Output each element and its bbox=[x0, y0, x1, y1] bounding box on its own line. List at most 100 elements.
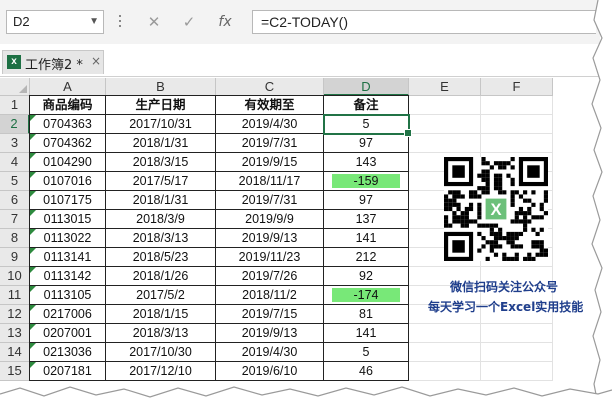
cell-d9[interactable]: 212 bbox=[324, 248, 409, 267]
checkmark-icon[interactable]: ✓ bbox=[176, 10, 202, 34]
cell-c9[interactable]: 2019/11/23 bbox=[216, 248, 324, 267]
column-header-f[interactable]: F bbox=[481, 78, 553, 96]
cell-a13[interactable]: 0207001 bbox=[30, 324, 106, 343]
cell-c5[interactable]: 2018/11/17 bbox=[216, 172, 324, 191]
formula-input[interactable]: =C2-TODAY() bbox=[252, 10, 596, 34]
cell-c2[interactable]: 2019/4/30 bbox=[216, 115, 324, 134]
cell-a15[interactable]: 0207181 bbox=[30, 362, 106, 381]
cell-a4[interactable]: 0104290 bbox=[30, 153, 106, 172]
cell-c12[interactable]: 2019/7/15 bbox=[216, 305, 324, 324]
cell-e1[interactable] bbox=[409, 96, 481, 115]
row-header[interactable]: 1 bbox=[0, 96, 30, 115]
cell-e15[interactable] bbox=[409, 362, 481, 381]
cell-b5[interactable]: 2017/5/17 bbox=[106, 172, 216, 191]
row-header[interactable]: 11 bbox=[0, 286, 30, 305]
cell-c8[interactable]: 2019/9/13 bbox=[216, 229, 324, 248]
cell-d8[interactable]: 141 bbox=[324, 229, 409, 248]
row-header[interactable]: 10 bbox=[0, 267, 30, 286]
cell-c7[interactable]: 2019/9/9 bbox=[216, 210, 324, 229]
cell-c14[interactable]: 2019/4/30 bbox=[216, 343, 324, 362]
cell-f1[interactable] bbox=[481, 96, 553, 115]
cell-d12[interactable]: 81 bbox=[324, 305, 409, 324]
cell-b15[interactable]: 2017/12/10 bbox=[106, 362, 216, 381]
cell-c3[interactable]: 2019/7/31 bbox=[216, 134, 324, 153]
row-header[interactable]: 4 bbox=[0, 153, 30, 172]
cell-a14[interactable]: 0213036 bbox=[30, 343, 106, 362]
close-icon[interactable]: ✕ bbox=[141, 10, 167, 34]
cell-b1[interactable]: 生产日期 bbox=[106, 96, 216, 115]
cell-a3[interactable]: 0704362 bbox=[30, 134, 106, 153]
cell-a10[interactable]: 0113142 bbox=[30, 267, 106, 286]
cell-b2[interactable]: 2017/10/31 bbox=[106, 115, 216, 134]
cell-c11[interactable]: 2018/11/2 bbox=[216, 286, 324, 305]
row-header[interactable]: 9 bbox=[0, 248, 30, 267]
cell-f13[interactable] bbox=[481, 324, 553, 343]
cell-c10[interactable]: 2019/7/26 bbox=[216, 267, 324, 286]
column-header-a[interactable]: A bbox=[30, 78, 106, 96]
row-header[interactable]: 13 bbox=[0, 324, 30, 343]
cell-f15[interactable] bbox=[481, 362, 553, 381]
cell-a1[interactable]: 商品编码 bbox=[30, 96, 106, 115]
chevron-down-icon[interactable]: ▼ bbox=[89, 11, 99, 33]
cell-b14[interactable]: 2017/10/30 bbox=[106, 343, 216, 362]
row-header[interactable]: 2 bbox=[0, 115, 30, 134]
select-all-corner[interactable] bbox=[0, 78, 30, 96]
cell-b8[interactable]: 2018/3/13 bbox=[106, 229, 216, 248]
insert-function-button[interactable]: fx bbox=[212, 10, 238, 34]
cell-d14[interactable]: 5 bbox=[324, 343, 409, 362]
cell-d7[interactable]: 137 bbox=[324, 210, 409, 229]
column-header-d[interactable]: D bbox=[324, 78, 409, 96]
cell-e13[interactable] bbox=[409, 324, 481, 343]
row-header[interactable]: 12 bbox=[0, 305, 30, 324]
cell-c4[interactable]: 2019/9/15 bbox=[216, 153, 324, 172]
cell-e2[interactable] bbox=[409, 115, 481, 134]
cell-d15[interactable]: 46 bbox=[324, 362, 409, 381]
workbook-tab[interactable]: x 工作簿2 * × bbox=[2, 50, 104, 74]
cell-b13[interactable]: 2018/3/13 bbox=[106, 324, 216, 343]
cell-b12[interactable]: 2018/1/15 bbox=[106, 305, 216, 324]
cell-b10[interactable]: 2018/1/26 bbox=[106, 267, 216, 286]
cell-b3[interactable]: 2018/1/31 bbox=[106, 134, 216, 153]
row-header[interactable]: 6 bbox=[0, 191, 30, 210]
splitter-handle[interactable] bbox=[116, 12, 124, 32]
column-header-c[interactable]: C bbox=[216, 78, 324, 96]
cell-f3[interactable] bbox=[481, 134, 553, 153]
cell-d10[interactable]: 92 bbox=[324, 267, 409, 286]
cell-d4[interactable]: 143 bbox=[324, 153, 409, 172]
row-header[interactable]: 8 bbox=[0, 229, 30, 248]
cell-a12[interactable]: 0217006 bbox=[30, 305, 106, 324]
cell-c13[interactable]: 2019/9/13 bbox=[216, 324, 324, 343]
cell-a11[interactable]: 0113105 bbox=[30, 286, 106, 305]
cell-e3[interactable] bbox=[409, 134, 481, 153]
cell-a9[interactable]: 0113141 bbox=[30, 248, 106, 267]
cell-b7[interactable]: 2018/3/9 bbox=[106, 210, 216, 229]
column-header-e[interactable]: E bbox=[409, 78, 481, 96]
cell-d5[interactable]: -159 bbox=[324, 172, 409, 191]
cell-f2[interactable] bbox=[481, 115, 553, 134]
cell-a8[interactable]: 0113022 bbox=[30, 229, 106, 248]
cell-d1[interactable]: 备注 bbox=[324, 96, 409, 115]
close-tab-button[interactable]: × bbox=[91, 54, 101, 68]
cell-f14[interactable] bbox=[481, 343, 553, 362]
row-header[interactable]: 7 bbox=[0, 210, 30, 229]
name-box[interactable]: D2 ▼ bbox=[6, 10, 104, 34]
column-header-b[interactable]: B bbox=[106, 78, 216, 96]
cell-d3[interactable]: 97 bbox=[324, 134, 409, 153]
cell-b9[interactable]: 2018/5/23 bbox=[106, 248, 216, 267]
cell-e14[interactable] bbox=[409, 343, 481, 362]
cell-c6[interactable]: 2019/7/31 bbox=[216, 191, 324, 210]
cell-b11[interactable]: 2017/5/2 bbox=[106, 286, 216, 305]
row-header[interactable]: 15 bbox=[0, 362, 30, 381]
cell-a5[interactable]: 0107016 bbox=[30, 172, 106, 191]
fill-handle[interactable] bbox=[404, 129, 412, 137]
cell-d13[interactable]: 141 bbox=[324, 324, 409, 343]
cell-b6[interactable]: 2018/1/31 bbox=[106, 191, 216, 210]
row-header[interactable]: 14 bbox=[0, 343, 30, 362]
row-header[interactable]: 5 bbox=[0, 172, 30, 191]
cell-b4[interactable]: 2018/3/15 bbox=[106, 153, 216, 172]
cell-c15[interactable]: 2019/6/10 bbox=[216, 362, 324, 381]
cell-d11[interactable]: -174 bbox=[324, 286, 409, 305]
cell-a7[interactable]: 0113015 bbox=[30, 210, 106, 229]
row-header[interactable]: 3 bbox=[0, 134, 30, 153]
cell-d6[interactable]: 97 bbox=[324, 191, 409, 210]
